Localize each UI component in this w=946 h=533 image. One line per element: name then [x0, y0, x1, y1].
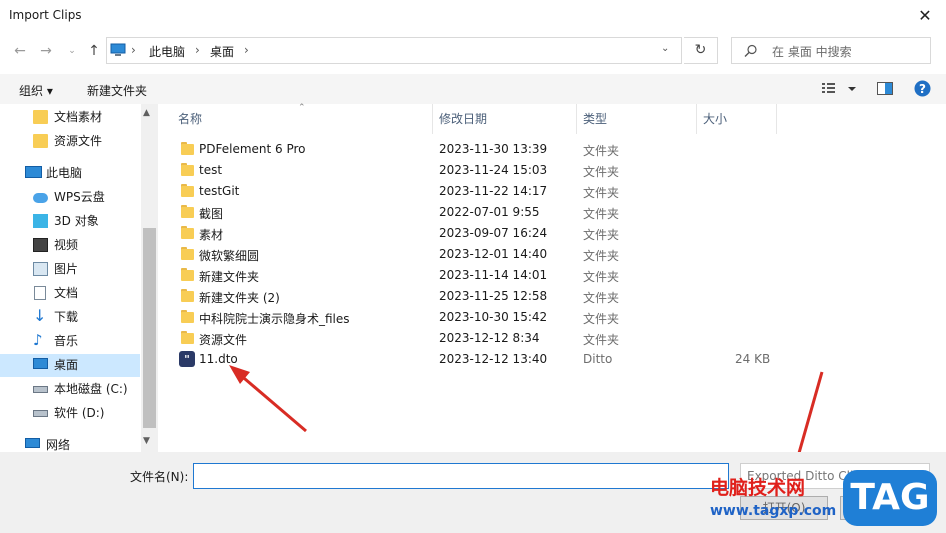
arrow-line	[237, 371, 307, 433]
filename-label: 文件名(N):	[130, 470, 189, 484]
watermark-url: www.tagxp.com	[710, 503, 837, 519]
watermark-text: 电脑技术网	[710, 477, 806, 499]
filename-input[interactable]	[193, 463, 729, 489]
watermark-logo: TAG	[843, 470, 937, 526]
